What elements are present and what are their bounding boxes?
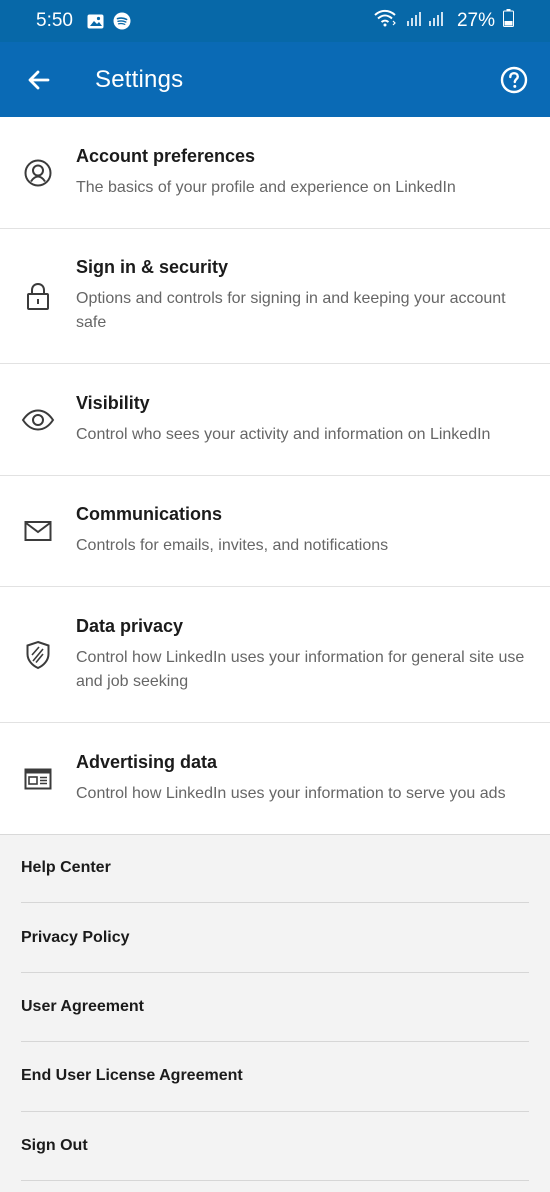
eula-link[interactable]: End User License Agreement	[21, 1042, 529, 1112]
status-time: 5:50	[36, 10, 73, 31]
wifi-icon	[373, 9, 397, 33]
arrow-left-icon	[28, 70, 50, 89]
envelope-icon	[0, 520, 76, 542]
setting-title: Visibility	[76, 392, 150, 413]
setting-description: Options and controls for signing in and …	[76, 290, 506, 331]
setting-description: Control how LinkedIn uses your informati…	[76, 648, 525, 690]
setting-account-preferences[interactable]: Account preferences The basics of your p…	[0, 117, 550, 229]
eye-icon	[0, 408, 76, 431]
ad-icon	[0, 768, 76, 790]
image-icon	[87, 12, 105, 30]
back-button[interactable]	[20, 61, 58, 99]
help-center-link[interactable]: Help Center	[21, 834, 529, 904]
setting-description: Control how LinkedIn uses your informati…	[76, 784, 506, 802]
user-agreement-link[interactable]: User Agreement	[21, 973, 529, 1043]
setting-advertising-data[interactable]: Advertising data Control how LinkedIn us…	[0, 723, 550, 834]
setting-description: The basics of your profile and experienc…	[76, 178, 456, 196]
settings-list: Account preferences The basics of your p…	[0, 117, 550, 835]
user-circle-icon	[0, 158, 76, 188]
sign-out-link[interactable]: Sign Out	[21, 1112, 529, 1181]
battery-percent: 27%	[456, 10, 495, 31]
spotify-icon	[113, 12, 131, 30]
setting-title: Advertising data	[76, 751, 218, 772]
setting-title: Sign in & security	[76, 257, 229, 277]
shield-icon	[0, 640, 76, 670]
app-bar: Settings	[0, 42, 550, 117]
setting-sign-in-security[interactable]: Sign in & security Options and controls …	[0, 229, 550, 364]
setting-title: Data privacy	[76, 615, 184, 636]
setting-data-privacy[interactable]: Data privacy Control how LinkedIn uses y…	[0, 587, 550, 723]
setting-visibility[interactable]: Visibility Control who sees your activit…	[0, 364, 550, 476]
page-title: Settings	[95, 65, 184, 93]
help-button[interactable]	[496, 62, 532, 98]
battery-icon	[503, 9, 514, 33]
privacy-policy-link[interactable]: Privacy Policy	[21, 903, 529, 973]
help-circle-icon	[500, 66, 528, 93]
setting-title: Communications	[76, 504, 223, 524]
signal-icon	[405, 9, 449, 33]
footer-links: Help Center Privacy Policy User Agreemen…	[0, 834, 550, 1181]
setting-communications[interactable]: Communications Controls for emails, invi…	[0, 476, 550, 587]
status-bar: 5:50 27%	[0, 0, 550, 42]
setting-description: Controls for emails, invites, and notifi…	[76, 537, 389, 554]
setting-description: Control who sees your activity and infor…	[76, 425, 491, 443]
setting-title: Account preferences	[76, 145, 256, 166]
lock-icon	[0, 281, 76, 311]
